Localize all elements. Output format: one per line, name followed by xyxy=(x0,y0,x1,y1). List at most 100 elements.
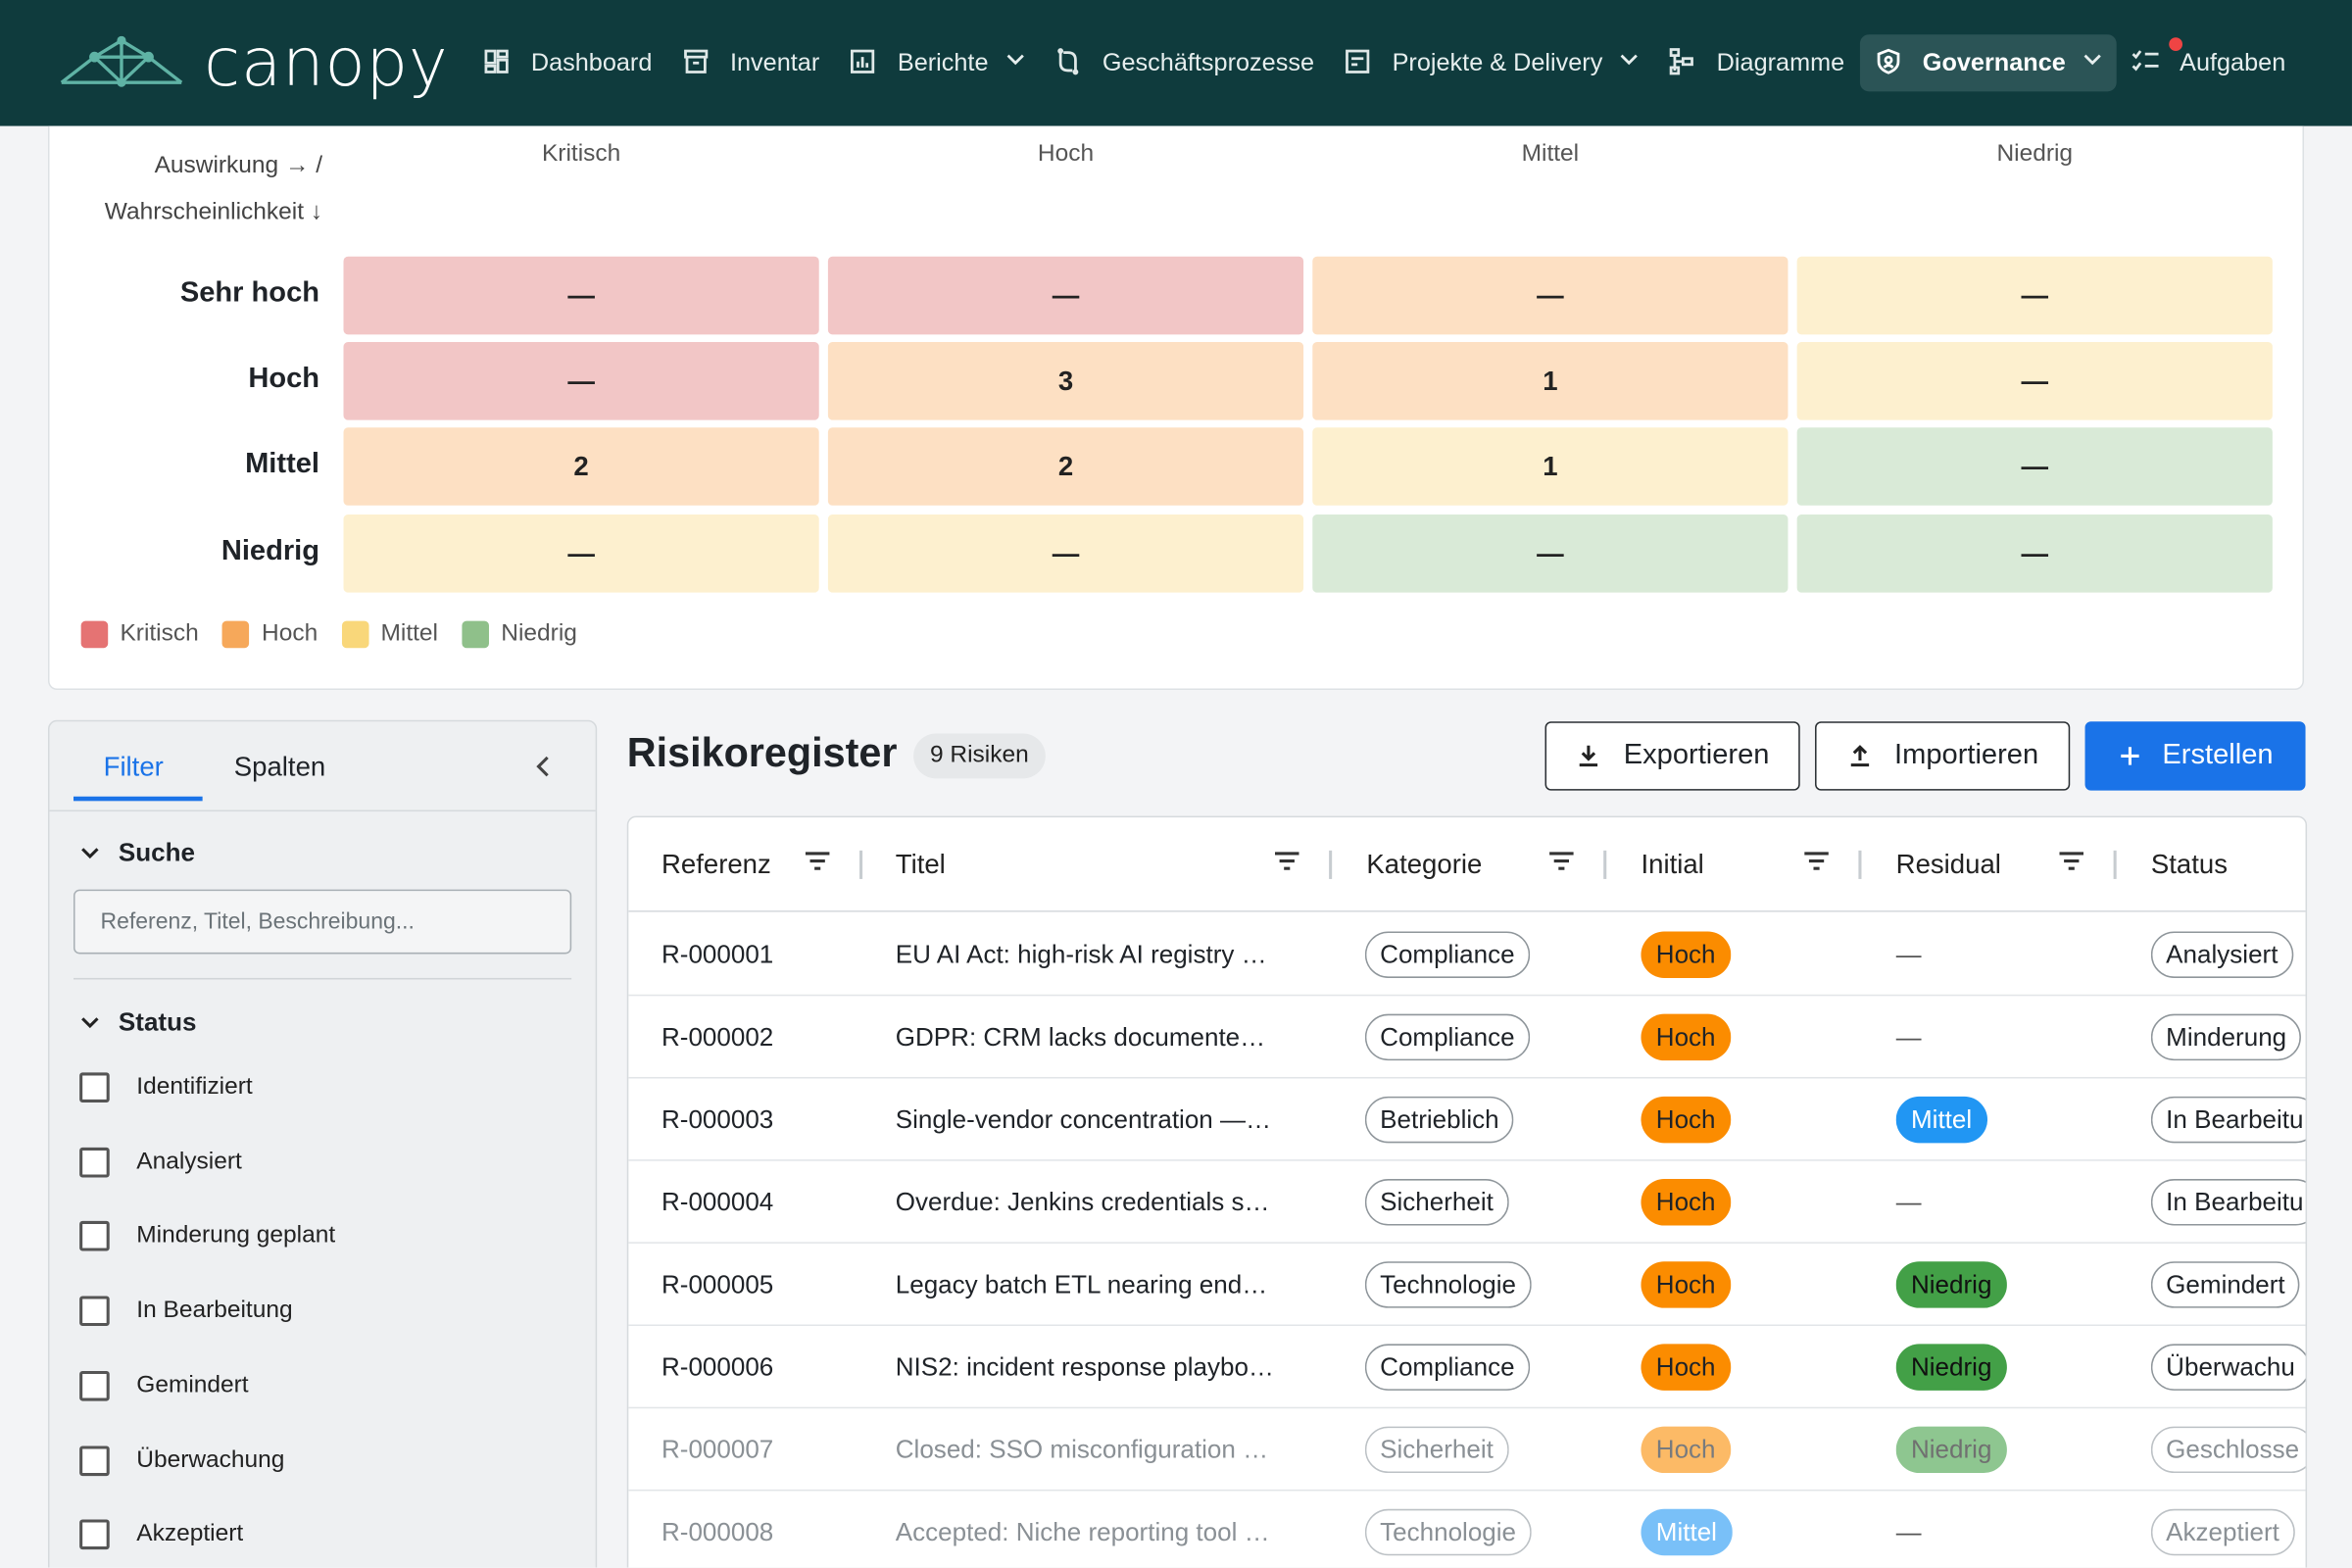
column-header[interactable]: Residual xyxy=(1896,817,2001,911)
matrix-cell[interactable]: — xyxy=(343,514,819,593)
status-filter-option[interactable]: Analysiert xyxy=(79,1147,242,1178)
risk-reference[interactable]: R-000002 xyxy=(662,1022,773,1053)
create-button[interactable]: Erstellen xyxy=(2084,721,2306,791)
status-filter-option[interactable]: Gemindert xyxy=(79,1370,249,1401)
risk-title[interactable]: Accepted: Niche reporting tool … xyxy=(896,1517,1270,1547)
status-filter-option[interactable]: Überwachung xyxy=(79,1445,284,1476)
checkbox[interactable] xyxy=(79,1147,110,1178)
checkbox[interactable] xyxy=(79,1072,110,1102)
column-header[interactable]: Titel xyxy=(896,817,946,911)
matrix-cell[interactable]: — xyxy=(343,256,819,335)
export-button[interactable]: Exportieren xyxy=(1544,721,1800,791)
checkbox[interactable] xyxy=(79,1370,110,1401)
column-resize-handle[interactable] xyxy=(1603,850,1607,879)
matrix-cell[interactable]: 2 xyxy=(343,427,819,506)
column-header[interactable]: Referenz xyxy=(662,817,771,911)
status-section-toggle[interactable]: Status xyxy=(79,1008,196,1039)
matrix-cell[interactable]: — xyxy=(1312,256,1788,335)
checkbox[interactable] xyxy=(79,1296,110,1327)
matrix-cell[interactable]: — xyxy=(1796,256,2273,335)
status-filter-option[interactable]: In Bearbeitung xyxy=(79,1296,293,1327)
ref-cell: R-000007 xyxy=(662,1408,773,1491)
checkbox[interactable] xyxy=(79,1519,110,1550)
nav-item-aufgaben[interactable]: Aufgaben xyxy=(2117,34,2301,91)
search-section-toggle[interactable]: Suche xyxy=(79,839,195,869)
filter-icon[interactable] xyxy=(804,851,831,879)
tab-filter[interactable]: Filter xyxy=(104,752,164,783)
risk-title[interactable]: Legacy batch ETL nearing end… xyxy=(896,1270,1267,1300)
matrix-cell[interactable]: — xyxy=(827,514,1304,593)
column-resize-handle[interactable] xyxy=(859,850,863,879)
table-row[interactable]: R-000006 NIS2: incident response playbo… C… xyxy=(628,1326,2306,1409)
residual-cell: Niedrig xyxy=(1895,1244,2007,1326)
matrix-cell[interactable]: — xyxy=(827,256,1304,335)
nav-item-dashboard[interactable]: Dashboard xyxy=(468,34,667,91)
filter-icon[interactable] xyxy=(1803,851,1831,879)
table-row[interactable]: R-000005 Legacy batch ETL nearing end… Tec… xyxy=(628,1244,2306,1327)
risk-title[interactable]: EU AI Act: high-risk AI registry … xyxy=(896,940,1267,970)
matrix-cell[interactable]: — xyxy=(1796,514,2273,593)
matrix-cell[interactable]: — xyxy=(1312,514,1788,593)
risk-reference[interactable]: R-000001 xyxy=(662,940,773,970)
table-row[interactable]: R-000007 Closed: SSO misconfiguration … Si… xyxy=(628,1408,2306,1492)
nav-item-projekte-delivery[interactable]: Projekte & Delivery xyxy=(1329,34,1653,91)
category-cell: Compliance xyxy=(1364,1326,1530,1408)
matrix-cell[interactable]: 2 xyxy=(827,427,1304,506)
column-header[interactable]: Kategorie xyxy=(1366,817,1482,911)
search-input[interactable]: Referenz, Titel, Beschreibung... xyxy=(73,889,572,955)
column-header[interactable]: Initial xyxy=(1641,817,1703,911)
risk-reference[interactable]: R-000007 xyxy=(662,1435,773,1465)
matrix-cell[interactable]: 1 xyxy=(1312,341,1788,420)
risk-reference[interactable]: R-000004 xyxy=(662,1187,773,1217)
column-resize-handle[interactable] xyxy=(1858,850,1862,879)
nav-item-geschäftsprozesse[interactable]: Geschäftsprozesse xyxy=(1040,34,1330,91)
matrix-cell[interactable]: — xyxy=(343,341,819,420)
matrix-cell[interactable]: 1 xyxy=(1312,427,1788,506)
tab-columns[interactable]: Spalten xyxy=(234,752,325,783)
nav-item-berichte[interactable]: Berichte xyxy=(835,34,1040,91)
table-row[interactable]: R-000003 Single-vendor concentration —… Be… xyxy=(628,1079,2306,1161)
nav-item-governance[interactable]: Governance xyxy=(1859,34,2117,92)
filter-icon[interactable] xyxy=(1273,851,1300,879)
nav-item-inventar[interactable]: Inventar xyxy=(667,34,835,91)
nav-item-diagramme[interactable]: Diagramme xyxy=(1653,34,1859,91)
import-button[interactable]: Importieren xyxy=(1815,721,2071,791)
legend-label: Mittel xyxy=(380,620,439,647)
status-option-label: Minderung geplant xyxy=(136,1223,336,1250)
filter-icon[interactable] xyxy=(2058,851,2085,879)
risk-title[interactable]: GDPR: CRM lacks documente… xyxy=(896,1022,1265,1053)
checkbox[interactable] xyxy=(79,1221,110,1252)
risk-title[interactable]: Single-vendor concentration —… xyxy=(896,1104,1271,1135)
table-row[interactable]: R-000004 Overdue: Jenkins credentials s… S… xyxy=(628,1161,2306,1244)
risk-reference[interactable]: R-000003 xyxy=(662,1104,773,1135)
status-filter-option[interactable]: Identifiziert xyxy=(79,1072,253,1102)
risk-title[interactable]: Closed: SSO misconfiguration … xyxy=(896,1435,1268,1465)
filter-icon[interactable] xyxy=(1548,851,1576,879)
matrix-cell[interactable]: — xyxy=(1796,427,2273,506)
matrix-cell[interactable]: 3 xyxy=(827,341,1304,420)
risk-reference[interactable]: R-000008 xyxy=(662,1517,773,1547)
risk-reference[interactable]: R-000005 xyxy=(662,1270,773,1300)
table-row[interactable]: R-000008 Accepted: Niche reporting tool …… xyxy=(628,1491,2305,1567)
column-resize-handle[interactable] xyxy=(2113,850,2117,879)
column-header[interactable]: Status xyxy=(2151,817,2228,911)
collapse-panel-icon[interactable] xyxy=(535,755,550,786)
table-row[interactable]: R-000001 EU AI Act: high-risk AI registry… xyxy=(628,913,2306,997)
status-filter-option[interactable]: Akzeptiert xyxy=(79,1519,243,1550)
matrix-cell[interactable]: — xyxy=(1796,341,2273,420)
title-cell: Single-vendor concentration —… xyxy=(896,1079,1309,1161)
table-row[interactable]: R-000002 GDPR: CRM lacks documente… Compli… xyxy=(628,996,2306,1079)
checkbox[interactable] xyxy=(79,1445,110,1476)
empty-value: — xyxy=(1895,1022,1922,1052)
canopy-logo[interactable]: canopy xyxy=(57,24,462,101)
category-cell: Compliance xyxy=(1364,913,1530,996)
risk-title[interactable]: Overdue: Jenkins credentials s… xyxy=(896,1187,1270,1217)
ref-cell: R-000008 xyxy=(662,1491,773,1567)
risk-title[interactable]: NIS2: incident response playbo… xyxy=(896,1352,1274,1383)
status-filter-option[interactable]: Minderung geplant xyxy=(79,1221,336,1252)
plus-icon xyxy=(2117,744,2140,767)
filter-panel: Filter Spalten Suche Referenz, Titel, Be… xyxy=(47,719,598,1568)
risk-reference[interactable]: R-000006 xyxy=(662,1352,773,1383)
column-resize-handle[interactable] xyxy=(1329,850,1333,879)
status-cell: In Bearbeitu xyxy=(2150,1161,2306,1244)
